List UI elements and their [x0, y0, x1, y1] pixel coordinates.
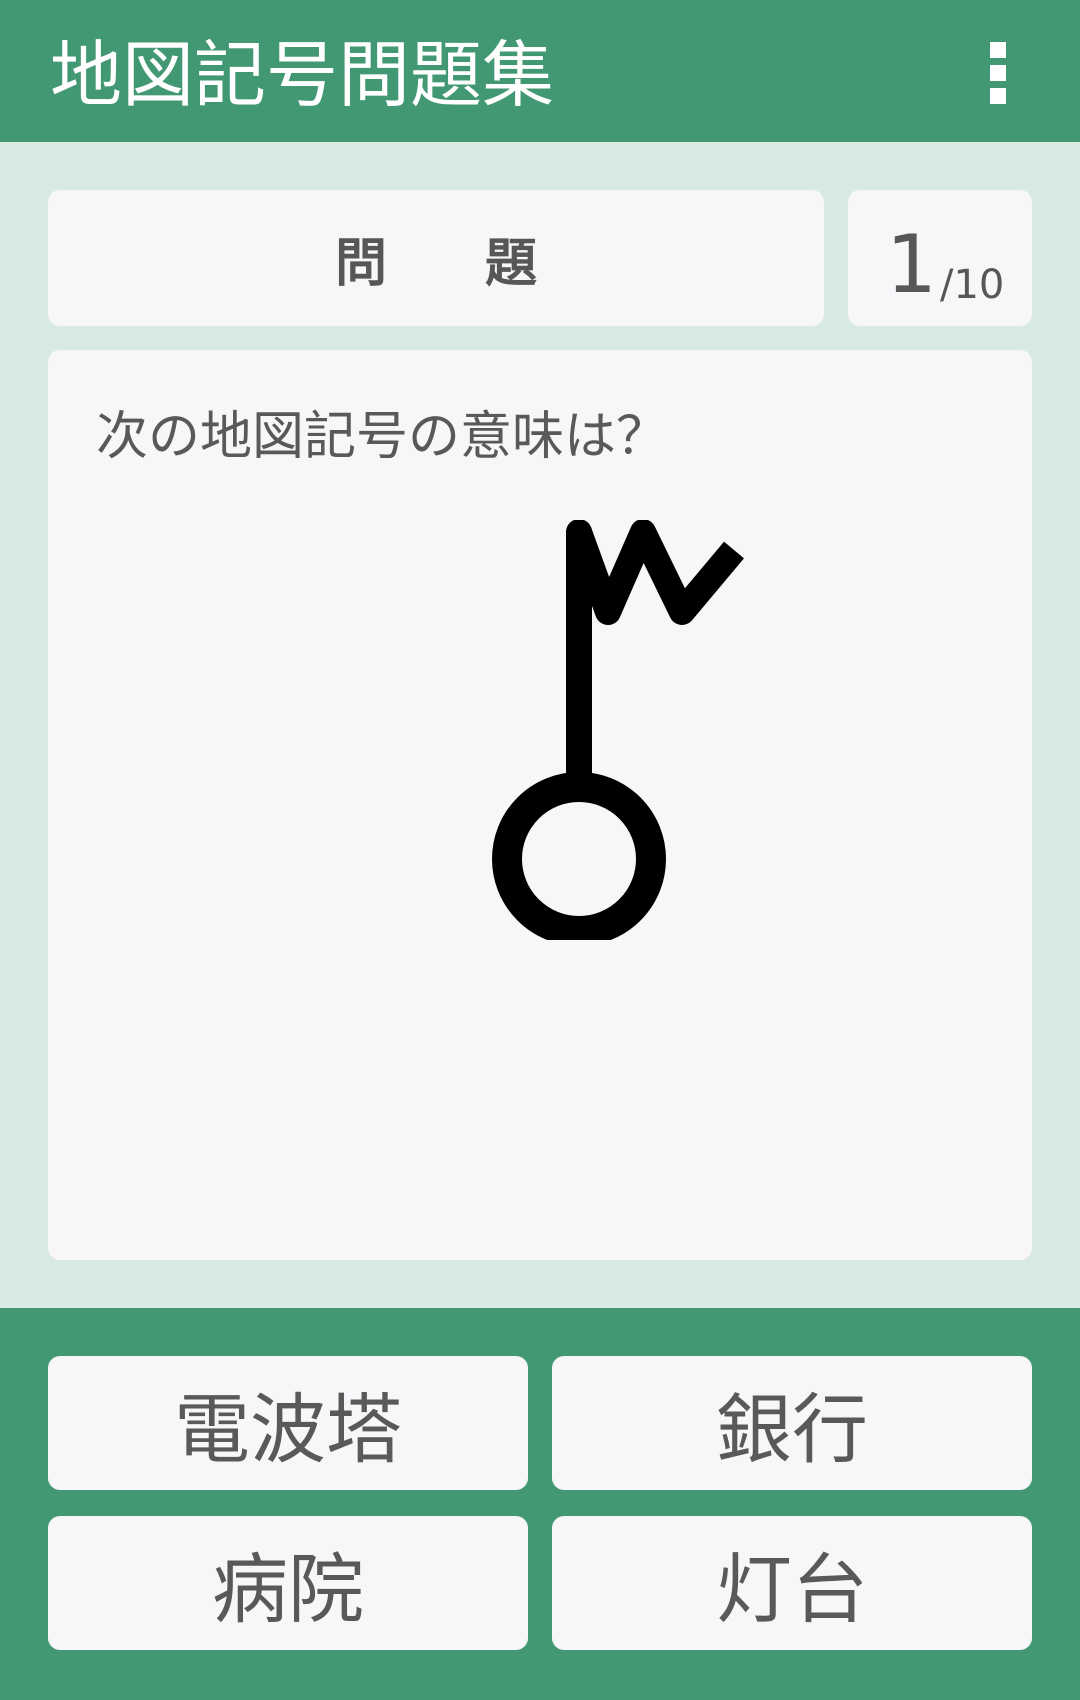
menu-dot	[990, 65, 1006, 81]
radio-tower-map-symbol-icon	[492, 520, 744, 940]
answer-button-4[interactable]: 灯台	[552, 1516, 1032, 1650]
menu-dot	[990, 88, 1006, 104]
app-title: 地図記号問題集	[50, 33, 555, 117]
question-card: 次の地図記号の意味は？	[48, 350, 1032, 1260]
progress-current: 1	[886, 218, 937, 311]
progress-card: 1 /10	[848, 190, 1032, 326]
question-header-card: 問 題	[48, 190, 824, 326]
progress-total: /10	[940, 262, 1005, 308]
menu-dot	[990, 42, 1006, 58]
more-vert-icon[interactable]	[980, 38, 1016, 108]
answer-button-3[interactable]: 病院	[48, 1516, 528, 1650]
answer-area: 電波塔 銀行 病院 灯台	[0, 1308, 1080, 1700]
answer-button-1[interactable]: 電波塔	[48, 1356, 528, 1490]
question-prompt: 次の地図記号の意味は？	[96, 407, 669, 467]
answer-button-2[interactable]: 銀行	[552, 1356, 1032, 1490]
app-bar: 地図記号問題集	[0, 0, 1080, 142]
question-header-label: 問 題	[334, 233, 578, 294]
